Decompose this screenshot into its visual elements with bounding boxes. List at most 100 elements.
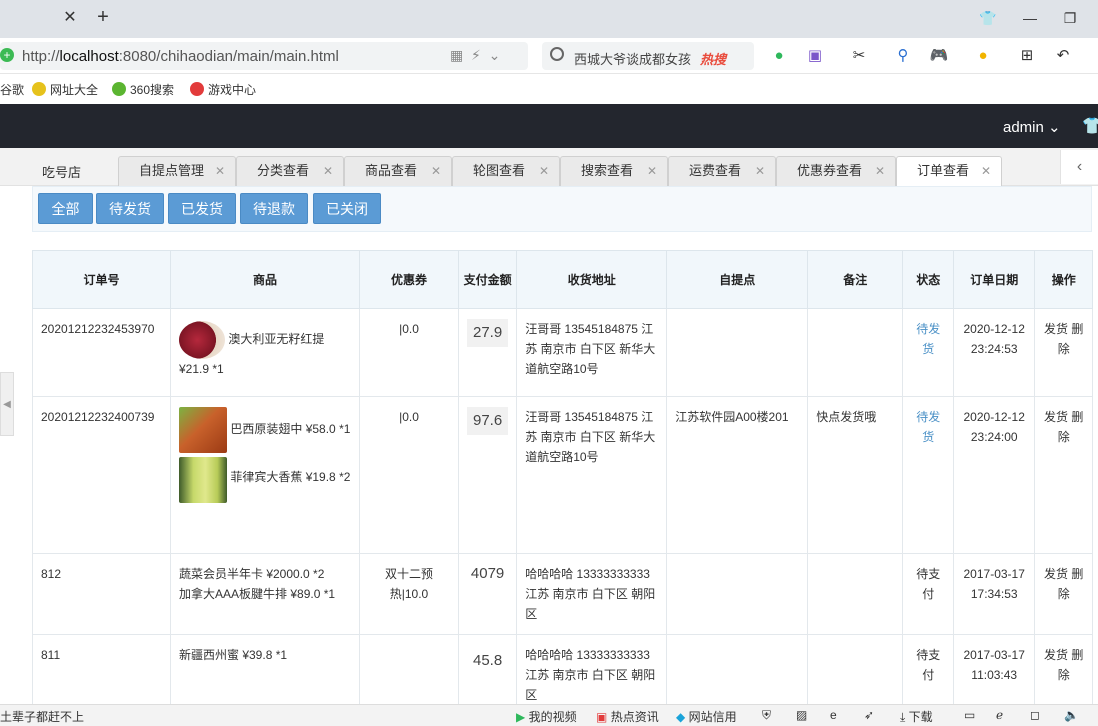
product-line: 蔬菜会员半年卡 ¥2000.0 *2 (179, 567, 325, 581)
tab-products[interactable]: 商品查看 ✕ (344, 156, 452, 186)
download-link[interactable]: ⤓ 下载 (900, 708, 933, 725)
col-remark: 备注 (807, 250, 904, 309)
ops-cell[interactable]: 发货 删除 (1034, 396, 1094, 554)
ops-cell[interactable]: 发货 删除 (1034, 308, 1094, 397)
close-icon[interactable]: ✕ (647, 157, 657, 185)
new-tab-icon[interactable]: + (92, 6, 114, 28)
status-link[interactable]: 待发货 (916, 410, 940, 444)
orders-table: 订单号 商品 优惠券 支付金额 收货地址 自提点 备注 状态 订单日期 操作 2… (32, 250, 1094, 716)
filter-shipped-button[interactable]: 已发货 (168, 193, 236, 224)
address: 哈哈哈哈 13333333333 江苏 南京市 白下区 朝阳区 (516, 553, 668, 635)
close-icon[interactable]: ✕ (431, 157, 441, 185)
remark (807, 308, 904, 397)
game-icon[interactable]: 🎮 (928, 46, 950, 66)
qr-icon[interactable]: ▦ ⚡ ⌄ (450, 47, 500, 64)
tab-label: 分类查看 (257, 163, 310, 178)
image-icon[interactable]: ▨ (796, 708, 807, 722)
grid-icon[interactable]: ⊞ (1016, 46, 1038, 66)
product-line: 新疆西州蜜 ¥39.8 *1 (179, 648, 288, 662)
window-icon[interactable]: ▭ (964, 708, 975, 722)
bookmark-games[interactable]: 游戏中心 (190, 81, 256, 98)
order-no: 812 (32, 553, 171, 635)
theme-icon[interactable]: 👕 (1082, 116, 1098, 136)
fullscreen-icon[interactable]: ◻ (1030, 708, 1040, 722)
product-cell: 澳大利亚无籽红提 ¥21.9 *1 (170, 308, 360, 397)
bookmark-google[interactable]: 谷歌 (0, 81, 24, 98)
tab-coupons[interactable]: 优惠券查看 ✕ (776, 156, 896, 186)
skin-icon[interactable]: 👕 (978, 8, 998, 28)
credit-icon: ◆ (676, 710, 686, 724)
filter-refund-button[interactable]: 待退款 (240, 193, 308, 224)
site-credit-link[interactable]: ◆ 网站信用 (676, 708, 737, 725)
pay-amount: 97.6 (467, 407, 509, 435)
close-icon[interactable]: ✕ (215, 157, 225, 185)
tabs-scroll-left-button[interactable]: ‹ (1060, 150, 1098, 184)
filter-closed-button[interactable]: 已关闭 (313, 193, 381, 224)
url-prefix: http:// (22, 48, 60, 65)
col-pickup: 自提点 (666, 250, 809, 309)
coupon: |0.0 (359, 308, 459, 397)
filter-to-ship-button[interactable]: 待发货 (96, 193, 164, 224)
bookmark-360[interactable]: 360搜索 (112, 81, 174, 98)
filter-all-button[interactable]: 全部 (38, 193, 93, 224)
url-path: :8080/chihaodian/main/main.html (118, 48, 339, 65)
browser-e-icon[interactable]: ℯ (996, 708, 1003, 722)
tab-label: 运费查看 (689, 163, 742, 178)
close-icon[interactable]: ✕ (981, 157, 991, 185)
browser-status-bar: 土辈子都赶不上 ▶ 我的视频 ▣ 热点资讯 ◆ 网站信用 ⛨ ▨ e ➶ ⤓ 下… (0, 704, 1098, 726)
address: 汪哥哥 13545184875 江苏 南京市 白下区 新华大道航空路10号 (516, 308, 668, 397)
undo-icon[interactable]: ↶ (1052, 46, 1074, 66)
pay-amount-cell: 27.9 (457, 308, 518, 397)
order-no: 20201212232400739 (32, 396, 171, 554)
download-icon: ⤓ (900, 710, 906, 724)
close-tab-icon[interactable]: ✕ (60, 8, 80, 28)
bookmark-sites[interactable]: 网址大全 (32, 81, 98, 98)
product-name: 巴西原装翅中 (230, 422, 303, 437)
bookmark-sites-label: 网址大全 (50, 83, 99, 97)
tab-label: 订单查看 (917, 163, 970, 178)
scissors-icon[interactable]: ✂ (848, 46, 870, 66)
magnifier-icon[interactable]: ⚲ (892, 46, 914, 66)
shield-icon[interactable]: ⛨ (762, 708, 771, 723)
tab-label: 优惠券查看 (797, 163, 863, 178)
url-field[interactable]: + http://localhost:8080/chihaodian/main/… (0, 42, 528, 70)
coin-icon[interactable]: ● (972, 46, 994, 66)
ie-icon[interactable]: e (830, 708, 837, 722)
tab-orders[interactable]: 订单查看 ✕ (896, 156, 1002, 186)
table-row: 20201212232453970 澳大利亚无籽红提 ¥21.9 *1 |0.0… (32, 308, 1094, 397)
product-line: 加拿大AAA板腱牛排 ¥89.0 *1 (179, 587, 336, 601)
product-name: 澳大利亚无籽红提 (228, 332, 325, 347)
tab-category[interactable]: 分类查看 ✕ (236, 156, 344, 186)
hot-news-link[interactable]: ▣ 热点资讯 (596, 708, 659, 725)
tab-pickup-manage[interactable]: 自提点管理 ✕ (118, 156, 236, 186)
tab-shipping[interactable]: 运费查看 ✕ (668, 156, 776, 186)
tab-search[interactable]: 搜索查看 ✕ (560, 156, 668, 186)
status-link[interactable]: 待发货 (916, 322, 940, 356)
volume-icon[interactable]: 🔈 (1064, 708, 1079, 722)
search-icon (550, 47, 564, 61)
chat-icon[interactable]: ● (768, 46, 790, 66)
minimize-icon[interactable]: — (1020, 8, 1040, 28)
tab-label: 搜索查看 (581, 163, 634, 178)
tab-home[interactable]: 吃号店 (42, 162, 81, 181)
translate-icon[interactable]: ▣ (804, 46, 826, 66)
user-menu[interactable]: admin ⌄ (1003, 118, 1061, 136)
rocket-icon[interactable]: ➶ (864, 708, 874, 722)
remark (807, 553, 904, 635)
close-icon[interactable]: ✕ (875, 157, 885, 185)
user-name: admin (1003, 119, 1044, 136)
close-icon[interactable]: ✕ (323, 157, 333, 185)
tab-carousel[interactable]: 轮图查看 ✕ (452, 156, 560, 186)
my-video-link[interactable]: ▶ 我的视频 (516, 708, 577, 725)
tab-label: 自提点管理 (139, 163, 205, 178)
news-icon: ▣ (596, 710, 608, 724)
status-cell: 待发货 (902, 396, 955, 554)
product-image (179, 321, 225, 359)
sidebar-toggle[interactable]: ◀ (0, 372, 14, 436)
ops-cell[interactable]: 发货 删除 (1034, 553, 1094, 635)
status-cell: 待发货 (902, 308, 955, 397)
restore-icon[interactable]: ❐ (1060, 8, 1080, 28)
close-icon[interactable]: ✕ (539, 157, 549, 185)
close-icon[interactable]: ✕ (755, 157, 765, 185)
search-box[interactable]: 西城大爷谈成都女孩 热搜 (542, 42, 754, 70)
